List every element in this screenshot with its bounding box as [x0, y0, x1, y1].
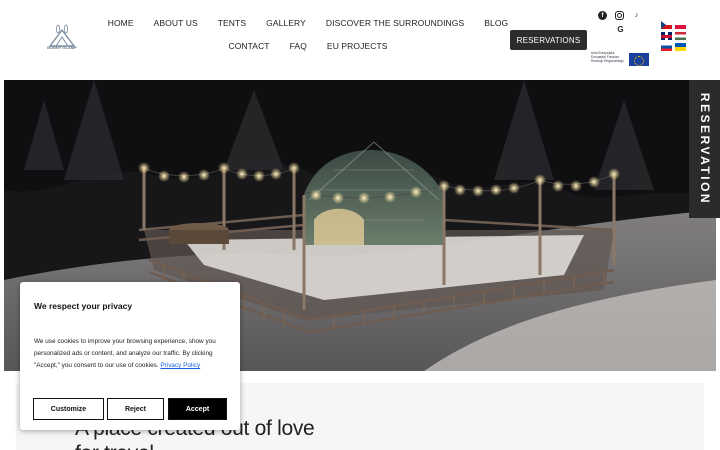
nav-item-home[interactable]: HOME — [98, 18, 144, 28]
logo-icon[interactable] — [44, 24, 80, 56]
eu-flag-icon — [629, 53, 649, 66]
social-links: f ♪ G — [598, 11, 641, 34]
reservation-side-tab[interactable]: RESERVATION — [689, 80, 720, 218]
flag-cz-icon[interactable] — [661, 21, 672, 29]
reservations-button[interactable]: RESERVATIONS — [510, 30, 587, 50]
cookie-text: We use cookies to improve your browsing … — [34, 336, 230, 372]
nav-row-secondary: CONTACT FAQ EU PROJECTS — [118, 41, 498, 51]
nav-item-discover-the-surroundings[interactable]: DISCOVER THE SURROUNDINGS — [316, 18, 474, 28]
site-header: BUNNY GLAMP HOME ABOUT US TENTS GALLERY DISC… — [0, 0, 720, 80]
eu-banner-text: Unia Europejska Europejski Fundusz Rozwo… — [591, 51, 624, 63]
facebook-icon[interactable]: f — [598, 11, 607, 20]
nav-item-blog[interactable]: BLOG — [474, 18, 518, 28]
nav-item-tents[interactable]: TENTS — [208, 18, 256, 28]
nav-item-faq[interactable]: FAQ — [280, 41, 317, 51]
flag-sk-icon[interactable] — [661, 43, 672, 51]
privacy-policy-link[interactable]: Privacy Policy — [160, 362, 200, 369]
cookie-title: We respect your privacy — [34, 301, 133, 311]
customize-button[interactable]: Customize — [33, 398, 104, 420]
nav-item-about-us[interactable]: ABOUT US — [144, 18, 208, 28]
flag-pl-icon[interactable] — [675, 21, 686, 29]
flag-hu-icon[interactable] — [675, 32, 686, 40]
accept-button[interactable]: Accept — [168, 398, 227, 420]
logo-text: BUNNY GLAMP — [47, 45, 77, 50]
page: BUNNY GLAMP HOME ABOUT US TENTS GALLERY DISC… — [0, 0, 720, 450]
nav-item-contact[interactable]: CONTACT — [218, 41, 279, 51]
instagram-icon[interactable] — [615, 11, 624, 20]
reservation-side-tab-label: RESERVATION — [697, 92, 712, 206]
flag-gb-icon[interactable] — [661, 32, 672, 40]
intro-title-line2: for travel — [75, 441, 375, 450]
eu-funding-banner[interactable]: Unia Europejska Europejski Fundusz Rozwo… — [591, 51, 649, 66]
cookie-consent-dialog: We respect your privacy We use cookies t… — [20, 282, 240, 430]
nav-item-gallery[interactable]: GALLERY — [256, 18, 316, 28]
tiktok-icon[interactable]: ♪ — [632, 11, 641, 20]
flag-ua-icon[interactable] — [675, 43, 686, 51]
reject-button[interactable]: Reject — [107, 398, 164, 420]
nav-item-eu-projects[interactable]: EU PROJECTS — [317, 41, 398, 51]
language-switcher — [661, 21, 686, 51]
google-icon[interactable]: G — [616, 25, 625, 34]
nav-row-primary: HOME ABOUT US TENTS GALLERY DISCOVER THE SUR… — [108, 18, 508, 28]
